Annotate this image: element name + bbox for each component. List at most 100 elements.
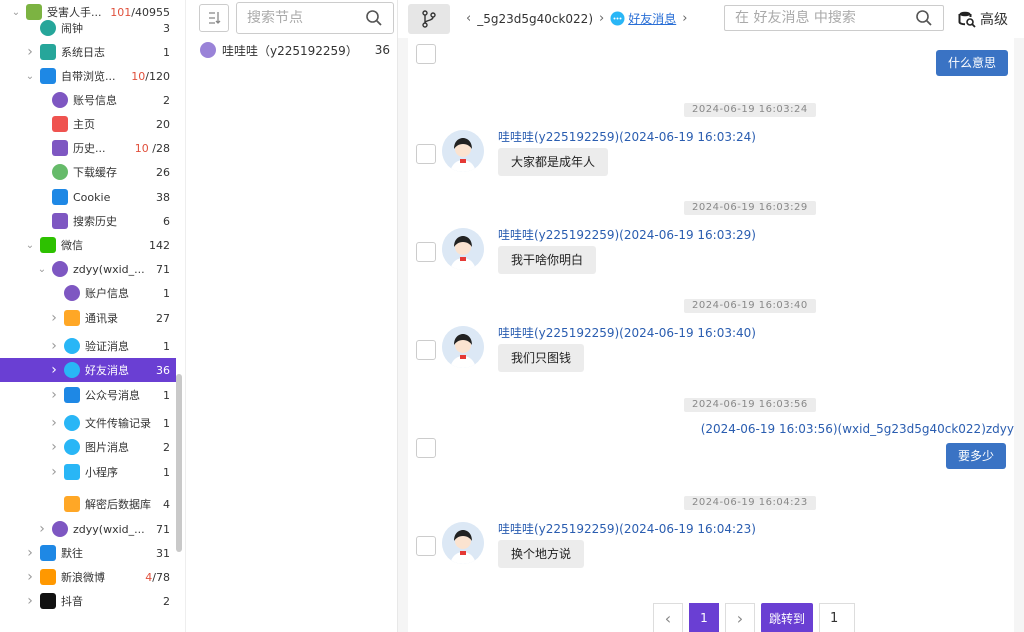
chevron-left-icon[interactable]: ‹ (466, 11, 471, 26)
jump-page-input[interactable]: 1 (819, 603, 856, 632)
chevron-right-icon[interactable]: › (48, 338, 60, 354)
message-bubble: 我们只图钱 (498, 344, 585, 372)
download-icon (52, 164, 68, 180)
tree-item[interactable]: › 通讯录 27 (0, 306, 176, 330)
tree-item[interactable]: 下载缓存 26 (0, 160, 176, 184)
node-search-field[interactable] (236, 2, 394, 34)
tree-item[interactable]: ⌄ zdyy(wxid_... 71 (0, 257, 176, 281)
tree-item[interactable]: 账户信息 1 (0, 281, 176, 305)
tree-item-label: 主页 (73, 118, 95, 131)
message-checkbox[interactable] (416, 438, 436, 458)
tree-item[interactable]: 闹钟 3 (0, 16, 176, 40)
prev-page-button[interactable]: ‹ (653, 603, 683, 632)
tree-item[interactable]: ⌄ 微信 142 (0, 233, 176, 257)
message-checkbox[interactable] (416, 242, 436, 262)
tree-item-label: 系统日志 (61, 46, 105, 59)
chevron-right-icon[interactable]: › (24, 44, 36, 60)
chevron-down-icon[interactable]: ⌄ (24, 240, 36, 251)
tree-item[interactable]: › 公众号消息 1 (0, 383, 176, 407)
search-icon[interactable] (915, 9, 933, 27)
avatar (442, 228, 484, 270)
tree-item[interactable]: 账号信息 2 (0, 88, 176, 112)
tree-item[interactable]: 解密后数据库 4 (0, 492, 176, 516)
tree-item[interactable]: 主页 20 (0, 112, 176, 136)
chevron-right-icon[interactable]: › (48, 464, 60, 480)
breadcrumb-current[interactable]: 好友消息 (628, 10, 676, 27)
chevron-right-icon[interactable]: › (24, 593, 36, 609)
message-list: 什么意思 2024-06-19 16:03:24 哇哇哇(y225192259)(2… (408, 38, 1014, 632)
next-page-button[interactable]: › (725, 603, 755, 632)
avatar (442, 130, 484, 172)
tree-item[interactable]: › 小程序 1 (0, 460, 176, 484)
node-list-item[interactable]: 哇哇哇（y225192259） 36 (200, 40, 390, 60)
tree-item[interactable]: › 默往 31 (0, 541, 176, 565)
message-bubble: 我干啥你明白 (498, 246, 597, 274)
tree-item-label: 下载缓存 (73, 166, 117, 179)
tree-item[interactable]: › zdyy(wxid_... 71 (0, 517, 176, 541)
message-search-field[interactable] (724, 5, 944, 31)
message-checkbox[interactable] (416, 340, 436, 360)
tree-item[interactable]: › 好友消息 36 (0, 358, 176, 382)
tree-item[interactable]: 历史... 10 /28 (0, 136, 176, 160)
chat-bubble-icon (64, 338, 80, 354)
user-icon (64, 285, 80, 301)
node-search-input[interactable] (247, 10, 365, 26)
breadcrumb-path[interactable]: _5g23d5g40ck022) (477, 12, 593, 26)
tree-item[interactable]: › 验证消息 1 (0, 334, 176, 358)
tree-scrollbar[interactable] (176, 374, 182, 552)
tree-item[interactable]: › 图片消息 2 (0, 435, 176, 459)
chevron-down-icon[interactable]: ⌄ (24, 71, 36, 82)
tree-item-count: 10 /28 (135, 142, 176, 155)
tree-item-count: 71 (156, 522, 170, 536)
account-icon (52, 92, 68, 108)
message-sender: 哇哇哇(y225192259)(2024-06-19 16:03:40) (498, 326, 756, 340)
tree-item[interactable]: › 抖音 2 (0, 589, 176, 613)
tree-item[interactable]: › 文件传输记录 1 (0, 411, 176, 435)
chevron-right-icon[interactable]: › (48, 310, 60, 326)
branch-button[interactable] (408, 4, 450, 34)
message-checkbox[interactable] (416, 536, 436, 556)
tree-item-label: 账号信息 (73, 94, 117, 107)
current-page-button[interactable]: 1 (689, 603, 719, 632)
chevron-right-icon[interactable]: › (682, 11, 687, 26)
tree-item-label: zdyy(wxid_... (73, 262, 145, 276)
chevron-right-icon[interactable]: › (24, 569, 36, 585)
tree-item-label: 好友消息 (85, 364, 129, 377)
chevron-right-icon[interactable]: › (36, 521, 48, 537)
tree-item-count: 4 (163, 497, 170, 511)
chevron-right-icon[interactable]: › (24, 545, 36, 561)
message-checkbox[interactable] (416, 44, 436, 64)
chevron-right-icon[interactable]: › (48, 439, 60, 455)
node-pane: 哇哇哇（y225192259） 36 (186, 0, 398, 632)
tree-item[interactable]: ⌄ 自带浏览... 10/120 (0, 64, 176, 88)
tree-item[interactable]: › 新浪微博 4/78 (0, 565, 176, 589)
chevron-right-icon[interactable]: › (48, 362, 60, 378)
tree-item-count: 142 (149, 238, 170, 252)
message-sender: 哇哇哇(y225192259)(2024-06-19 16:03:29) (498, 228, 756, 242)
tiktok-icon (40, 593, 56, 609)
tree-item-label: 小程序 (85, 466, 118, 479)
tree-item-count: 10/120 (131, 70, 176, 83)
user-icon (52, 521, 68, 537)
tree-item-count: 1 (163, 286, 170, 300)
sort-button[interactable] (199, 4, 229, 32)
jump-to-page-button[interactable]: 跳转到 (761, 603, 814, 632)
chat-bubble-icon (64, 415, 80, 431)
timestamp-separator: 2024-06-19 16:03:29 (684, 201, 816, 215)
tree-item-label: 通讯录 (85, 312, 118, 325)
tree-item[interactable]: 搜索历史 6 (0, 209, 176, 233)
tree-item[interactable]: › 系统日志 1 (0, 40, 176, 64)
search-icon[interactable] (365, 9, 383, 27)
chevron-right-icon[interactable]: › (48, 415, 60, 431)
tree-item-count-total: /120 (145, 69, 170, 83)
database-search-icon (958, 11, 976, 28)
tree-item[interactable]: Cookie 38 (0, 185, 176, 209)
tree-item-count: 4/78 (145, 571, 176, 584)
mini-program-icon (64, 464, 80, 480)
message-checkbox[interactable] (416, 144, 436, 164)
chevron-right-icon[interactable]: › (48, 387, 60, 403)
tree-item-count: 27 (156, 311, 170, 325)
chevron-down-icon[interactable]: ⌄ (36, 264, 48, 275)
message-search-input[interactable] (735, 10, 905, 26)
advanced-search-button[interactable]: 高级 (958, 9, 1008, 29)
